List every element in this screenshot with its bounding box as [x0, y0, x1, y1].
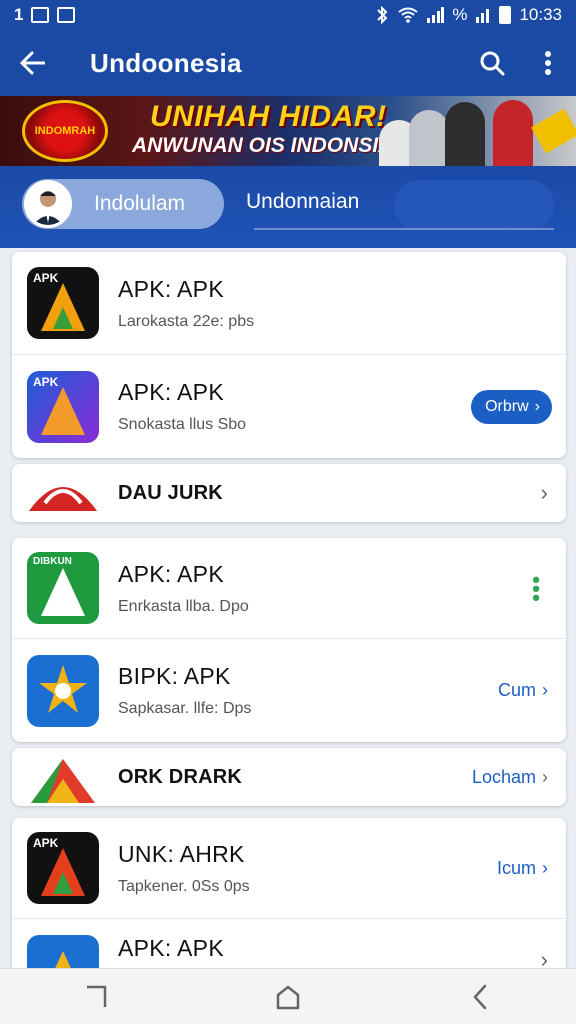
list-card: DIBKUN APK: APK Enrkasta llba. Dpo • • • B… — [12, 538, 566, 742]
item-title: APK: APK — [118, 935, 224, 961]
status-left-text: 1 — [14, 5, 24, 24]
nav-back-button[interactable] — [450, 972, 510, 1022]
chevron-right-icon: › — [534, 397, 540, 415]
tab-underline — [254, 228, 554, 230]
notification-icon — [57, 7, 76, 23]
item-subtitle: Enrkasta llba. Dpo — [118, 597, 249, 615]
page-title: Undoonesia — [90, 47, 242, 78]
chevron-right-icon: › — [542, 680, 548, 700]
apk-app-icon: APK — [27, 267, 99, 339]
profile-pill[interactable]: Indolulam — [22, 179, 224, 229]
item-subtitle: Sapkasar. llfe: Dps — [118, 700, 252, 717]
section-header[interactable]: ORK DRARK Locham › — [12, 748, 566, 806]
profile-pill-label: Indolulam — [94, 192, 186, 215]
search-icon — [480, 51, 505, 76]
red-arc-icon — [27, 473, 99, 513]
list-card: APK APK: APK Larokasta 22e: pbs APK APK:… — [12, 252, 566, 458]
section-title: DAU JURK — [118, 481, 223, 504]
recent-apps-icon — [87, 985, 107, 1007]
item-title: BIPK: APK — [118, 663, 231, 689]
more-vertical-icon — [545, 51, 551, 75]
chevron-right-icon: › — [540, 947, 548, 968]
item-subtitle: Snokasta llus Sbo — [118, 416, 247, 433]
star-app-icon — [27, 654, 99, 727]
section-title: ORK DRARK — [118, 765, 243, 788]
item-title: APK: APK — [118, 560, 224, 587]
list-card: APK UNK: AHRK Tapkener. 0Ss 0ps Icum › A… — [12, 818, 566, 968]
item-subtitle: Larokasta 22e: pbs — [118, 312, 255, 330]
status-right: % 10:33 — [374, 5, 562, 25]
open-link[interactable]: Cum › — [498, 680, 548, 701]
battery-icon — [499, 6, 512, 24]
chevron-right-icon: › — [542, 766, 548, 787]
notification-icon — [31, 7, 50, 23]
chevron-right-icon: › — [542, 857, 548, 878]
list-card: DAU JURK › — [12, 464, 566, 522]
triangle-logo-icon — [27, 757, 99, 803]
banner-headline: UNIHAH HIDAR! — [150, 100, 387, 133]
recent-apps-button[interactable] — [66, 972, 126, 1022]
open-link[interactable]: Locham › — [472, 767, 548, 788]
status-left: 1 — [14, 5, 76, 25]
apk-app-icon: DIBKUN — [27, 552, 99, 624]
signal-icon — [427, 7, 445, 23]
list-item[interactable]: APK APK: APK Snokasta llus Sbo Orbrw › — [12, 354, 566, 458]
list-item[interactable]: APK UNK: AHRK Tapkener. 0Ss 0ps Icum › — [12, 818, 566, 918]
list-item[interactable]: APK APK: APK Larokasta 22e: pbs — [12, 252, 566, 354]
open-link[interactable]: Icum › — [497, 858, 548, 879]
apk-app-icon — [27, 935, 99, 968]
system-nav-bar — [0, 968, 576, 1024]
list-item[interactable]: APK: APK › — [12, 918, 566, 968]
list-card: ORK DRARK Locham › — [12, 748, 566, 806]
signal-icon — [476, 9, 490, 23]
banner-subline: ANWUNAN OIS INDONSIA — [132, 134, 394, 157]
item-title: UNK: AHRK — [118, 840, 245, 867]
seal-text: INDOMRAH — [34, 125, 96, 137]
section-header[interactable]: DAU JURK › — [12, 464, 566, 522]
apk-app-icon: APK — [27, 370, 99, 443]
back-icon — [473, 984, 487, 1009]
bluetooth-icon — [377, 6, 388, 24]
promo-banner[interactable]: INDOMRAH UNIHAH HIDAR! ANWUNAN OIS INDON… — [0, 96, 576, 166]
status-bar: 1 % 10:33 — [0, 0, 576, 30]
banner-people-image — [375, 96, 576, 166]
item-title: APK: APK — [118, 379, 224, 405]
app-list: APK APK: APK Larokasta 22e: pbs APK APK:… — [0, 248, 576, 968]
home-button[interactable] — [258, 972, 318, 1022]
more-vertical-icon[interactable]: • • • — [532, 568, 540, 608]
more-button[interactable] — [520, 30, 576, 96]
status-time: 10:33 — [519, 5, 562, 24]
signal-percent: % — [452, 5, 468, 24]
apk-app-icon: APK — [27, 832, 99, 904]
avatar — [24, 180, 72, 228]
app-bar: Undoonesia — [0, 30, 576, 96]
wifi-icon — [398, 7, 418, 23]
search-button[interactable] — [464, 30, 520, 96]
banner-seal-logo: INDOMRAH — [22, 100, 108, 162]
profile-strip: Indolulam Undonnaian — [0, 166, 576, 248]
list-item[interactable]: BIPK: APK Sapkasar. llfe: Dps Cum › — [12, 638, 566, 742]
open-button[interactable]: Orbrw › — [471, 389, 552, 424]
chevron-right-icon: › — [540, 480, 548, 505]
decorative-shape — [394, 180, 554, 230]
home-icon — [276, 985, 300, 1009]
back-button[interactable] — [0, 30, 64, 96]
arrow-left-icon — [19, 51, 45, 75]
list-item[interactable]: DIBKUN APK: APK Enrkasta llba. Dpo • • • — [12, 538, 566, 638]
item-title: APK: APK — [118, 275, 224, 302]
tab-secondary[interactable]: Undonnaian — [246, 190, 359, 214]
item-subtitle: Tapkener. 0Ss 0ps — [118, 877, 250, 895]
